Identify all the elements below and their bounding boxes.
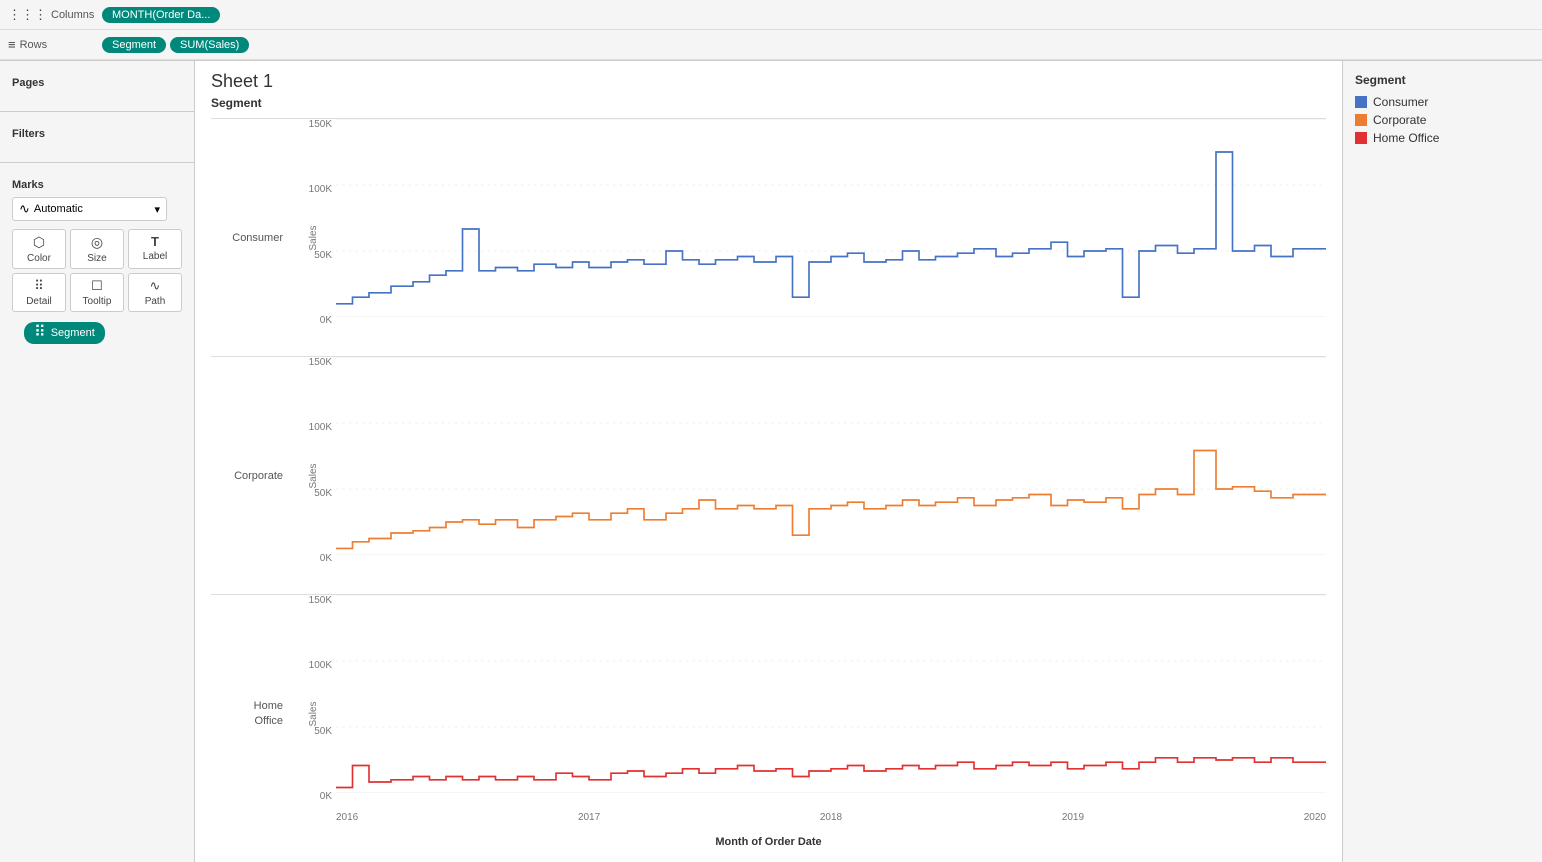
consumer-svg bbox=[336, 119, 1326, 317]
columns-icon: ⋮⋮⋮ bbox=[8, 7, 47, 23]
consumer-chart: Consumer Sales 150K 100K 50K 0K bbox=[211, 118, 1326, 356]
marks-grid: ⬡ Color ◎ Size T Label ⠿ Detail ☐ Tool bbox=[12, 229, 182, 312]
columns-pill[interactable]: MONTH(Order Da... bbox=[102, 7, 220, 23]
chevron-down-icon: ▾ bbox=[154, 203, 160, 216]
size-label: Size bbox=[87, 253, 106, 264]
marks-section: Marks ∿ Automatic ▾ ⬡ Color ◎ Size T bbox=[0, 171, 194, 352]
color-icon: ⬡ bbox=[33, 234, 45, 251]
consumer-color-swatch bbox=[1355, 96, 1367, 108]
label-icon: T bbox=[151, 234, 159, 249]
path-icon: ∿ bbox=[150, 278, 161, 294]
consumer-chart-inner: Sales 150K 100K 50K 0K bbox=[291, 119, 1326, 356]
tooltip-button[interactable]: ☐ Tooltip bbox=[70, 273, 124, 312]
color-button[interactable]: ⬡ Color bbox=[12, 229, 66, 269]
detail-label: Detail bbox=[26, 296, 52, 307]
home-office-chart-inner: Sales 150K 100K 50K 0K bbox=[291, 595, 1326, 832]
legend-title: Segment bbox=[1355, 73, 1530, 87]
chart-area: Sheet 1 Segment Consumer Sales 150K 100K… bbox=[195, 61, 1342, 862]
home-office-svg bbox=[336, 595, 1326, 793]
home-office-color-swatch bbox=[1355, 132, 1367, 144]
consumer-label: Consumer bbox=[211, 119, 291, 356]
segment-pill[interactable]: ⠿ Segment bbox=[24, 322, 105, 344]
segment-pill-label: Segment bbox=[51, 327, 95, 339]
size-icon: ◎ bbox=[91, 234, 103, 251]
left-panel: Pages Filters Marks ∿ Automatic ▾ ⬡ Colo… bbox=[0, 61, 195, 862]
rows-pill-segment[interactable]: Segment bbox=[102, 37, 166, 53]
legend-item-corporate: Corporate bbox=[1355, 113, 1530, 127]
chart-title: Sheet 1 bbox=[211, 71, 1326, 92]
legend-home-office-label: Home Office bbox=[1373, 131, 1439, 145]
marks-type-label: Automatic bbox=[34, 203, 83, 215]
main-area: Pages Filters Marks ∿ Automatic ▾ ⬡ Colo… bbox=[0, 61, 1542, 862]
color-label: Color bbox=[27, 253, 51, 264]
filters-section: Filters bbox=[0, 120, 194, 154]
home-office-y-axis: 150K 100K 50K 0K bbox=[291, 595, 336, 802]
home-office-label: HomeOffice bbox=[211, 595, 291, 832]
x-axis-title: Month of Order Date bbox=[211, 832, 1326, 852]
legend-corporate-label: Corporate bbox=[1373, 113, 1426, 127]
corporate-svg bbox=[336, 357, 1326, 555]
rows-pill-sales[interactable]: SUM(Sales) bbox=[170, 37, 249, 53]
corporate-chart: Corporate Sales 150K 100K 50K 0K bbox=[211, 356, 1326, 594]
tooltip-icon: ☐ bbox=[91, 278, 103, 294]
segment-dots-icon: ⠿ bbox=[34, 325, 46, 341]
columns-label: ⋮⋮⋮ Columns bbox=[8, 7, 98, 23]
corporate-y-axis: 150K 100K 50K 0K bbox=[291, 357, 336, 564]
filters-title: Filters bbox=[12, 128, 182, 140]
label-button[interactable]: T Label bbox=[128, 229, 182, 269]
home-office-chart: HomeOffice Sales 150K 100K 50K 0K bbox=[211, 594, 1326, 832]
legend-item-home-office: Home Office bbox=[1355, 131, 1530, 145]
marks-title: Marks bbox=[12, 179, 182, 191]
legend-consumer-label: Consumer bbox=[1373, 95, 1428, 109]
chart-subtitle: Segment bbox=[211, 96, 1326, 110]
consumer-y-axis: 150K 100K 50K 0K bbox=[291, 119, 336, 326]
wave-icon: ∿ bbox=[19, 201, 30, 217]
label-label: Label bbox=[143, 251, 167, 262]
x-axis-labels: 2016 2017 2018 2019 2020 bbox=[336, 812, 1326, 832]
path-button[interactable]: ∿ Path bbox=[128, 273, 182, 312]
rows-shelf: ≡ Rows Segment SUM(Sales) bbox=[0, 30, 1542, 60]
legend-item-consumer: Consumer bbox=[1355, 95, 1530, 109]
corporate-label: Corporate bbox=[211, 357, 291, 594]
tooltip-label: Tooltip bbox=[83, 296, 112, 307]
pages-section: Pages bbox=[0, 69, 194, 103]
path-label: Path bbox=[145, 296, 166, 307]
charts-container: Consumer Sales 150K 100K 50K 0K bbox=[211, 118, 1326, 832]
pages-title: Pages bbox=[12, 77, 182, 89]
corporate-chart-inner: Sales 150K 100K 50K 0K bbox=[291, 357, 1326, 594]
detail-button[interactable]: ⠿ Detail bbox=[12, 273, 66, 312]
detail-icon: ⠿ bbox=[34, 278, 44, 294]
corporate-color-swatch bbox=[1355, 114, 1367, 126]
rows-icon: ≡ bbox=[8, 37, 16, 52]
columns-shelf: ⋮⋮⋮ Columns MONTH(Order Da... bbox=[0, 0, 1542, 30]
marks-type-dropdown[interactable]: ∿ Automatic ▾ bbox=[12, 197, 167, 221]
size-button[interactable]: ◎ Size bbox=[70, 229, 124, 269]
right-panel: Segment Consumer Corporate Home Office bbox=[1342, 61, 1542, 862]
rows-label: ≡ Rows bbox=[8, 37, 98, 52]
top-bar: ⋮⋮⋮ Columns MONTH(Order Da... ≡ Rows Seg… bbox=[0, 0, 1542, 61]
